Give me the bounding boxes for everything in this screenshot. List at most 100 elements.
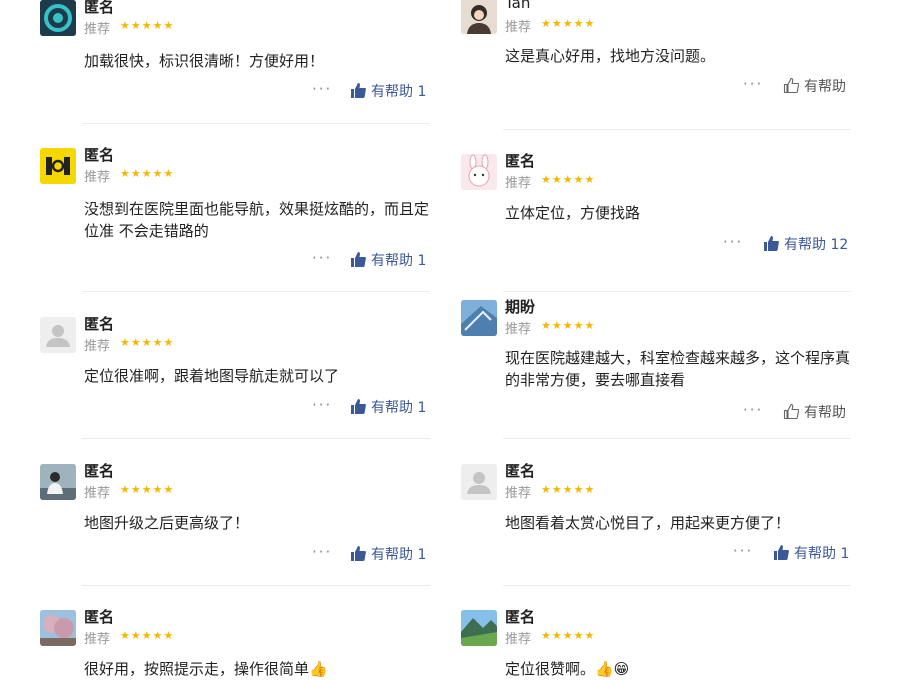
avatar[interactable]: [461, 0, 497, 34]
helpful-label: 有帮助: [804, 405, 846, 421]
star-rating: ★★★★★: [541, 629, 596, 642]
mountain-landscape-icon: [461, 610, 497, 646]
more-options-button[interactable]: ···: [312, 249, 332, 267]
more-options-button[interactable]: ···: [743, 75, 763, 93]
thumbs-up-icon: [774, 545, 789, 560]
reviewer-name: 匿名: [505, 462, 536, 480]
review-text: 定位很准啊，跟着地图导航走就可以了: [84, 367, 340, 385]
reviewer-name: 匿名: [84, 608, 115, 626]
more-options-button[interactable]: ···: [312, 396, 332, 414]
helpful-button[interactable]: 有帮助 1: [350, 81, 426, 101]
avatar[interactable]: [461, 300, 497, 336]
helpful-button[interactable]: 有帮助 1: [350, 397, 426, 417]
divider: [503, 291, 851, 292]
recommend-label: 推荐: [505, 20, 532, 35]
avatar[interactable]: [461, 154, 497, 190]
thumbs-up-outline-icon: [783, 403, 800, 420]
recommend-label: 推荐: [84, 170, 111, 185]
more-options-button[interactable]: ···: [743, 401, 763, 419]
sky-photo-icon: [461, 300, 497, 336]
recommend-label: 推荐: [505, 486, 532, 501]
reviewer-name: 匿名: [505, 608, 536, 626]
star-rating: ★★★★★: [541, 483, 596, 496]
bunny-cartoon-icon: [461, 154, 497, 190]
helpful-button[interactable]: 有帮助 1: [773, 543, 849, 563]
star-rating: ★★★★★: [120, 483, 175, 496]
helpful-button[interactable]: 有帮助: [783, 76, 846, 96]
review-text: 加载很快，标识很清晰！方便好用！: [84, 52, 325, 70]
default-person-icon: [40, 317, 76, 353]
avatar[interactable]: [461, 464, 497, 500]
default-person-icon: [461, 464, 497, 500]
more-options-button[interactable]: ···: [312, 543, 332, 561]
review-text: 地图升级之后更高级了！: [84, 514, 250, 532]
reviewer-name: 匿名: [84, 315, 115, 333]
avatar[interactable]: [461, 610, 497, 646]
review-text: 这是真心好用，找地方没问题。: [505, 47, 716, 65]
divider: [503, 129, 851, 130]
recommend-label: 推荐: [84, 22, 111, 37]
reviewer-name: 匿名: [84, 0, 115, 16]
helpful-button[interactable]: 有帮助: [783, 402, 846, 422]
helpful-button[interactable]: 有帮助 1: [350, 250, 426, 270]
reviewer-name: 匿名: [84, 146, 115, 164]
recommend-label: 推荐: [505, 322, 532, 337]
star-rating: ★★★★★: [120, 336, 175, 349]
star-rating: ★★★★★: [541, 17, 596, 30]
helpful-count: 1: [417, 400, 427, 416]
thumbs-up-outline-icon: [783, 77, 800, 94]
star-rating: ★★★★★: [120, 167, 175, 180]
review-text: 没想到在医院里面也能导航，效果挺炫酷的，而且定位准 不会走错路的: [84, 200, 430, 240]
helpful-label: 有帮助: [804, 79, 846, 95]
photo-girl-icon: [461, 0, 497, 34]
divider: [503, 438, 851, 439]
avatar[interactable]: [40, 610, 76, 646]
teal-logo-icon: [40, 0, 76, 36]
divider: [82, 438, 430, 439]
more-options-button[interactable]: ···: [312, 80, 332, 98]
avatar[interactable]: [40, 317, 76, 353]
recommend-label: 推荐: [505, 632, 532, 647]
thumbs-up-icon: [351, 399, 366, 414]
helpful-count: 1: [417, 84, 427, 100]
review-text: 地图看着太赏心悦目了，用起来更方便了！: [505, 514, 791, 532]
recommend-label: 推荐: [84, 632, 111, 647]
review-text: 定位很赞啊。👍😁: [505, 660, 630, 678]
helpful-label: 有帮助: [371, 400, 413, 416]
helpful-count: 12: [830, 237, 849, 253]
reviewer-name: 匿名: [84, 462, 115, 480]
star-rating: ★★★★★: [120, 19, 175, 32]
helpful-count: 1: [840, 546, 850, 562]
divider: [503, 585, 851, 586]
thumbs-up-icon: [351, 252, 366, 267]
more-options-button[interactable]: ···: [733, 542, 753, 560]
review-text: 现在医院越建越大，科室检查越来越多，这个程序真的非常方便，要去哪直接看: [505, 349, 851, 389]
reviewer-name: 匿名: [505, 152, 536, 170]
star-rating: ★★★★★: [541, 319, 596, 332]
helpful-label: 有帮助: [371, 84, 413, 100]
avatar[interactable]: [40, 464, 76, 500]
thumbs-up-icon: [764, 236, 779, 251]
helpful-button[interactable]: 有帮助 12: [763, 234, 848, 254]
photo-person-icon: [40, 464, 76, 500]
review-text: 很好用，按照提示走，操作很简单👍: [84, 660, 328, 678]
recommend-label: 推荐: [84, 339, 111, 354]
reviewer-name: 期盼: [505, 298, 536, 316]
recommend-label: 推荐: [84, 486, 111, 501]
divider: [82, 585, 430, 586]
helpful-label: 有帮助: [784, 237, 826, 253]
star-rating: ★★★★★: [120, 629, 175, 642]
thumbs-up-icon: [351, 83, 366, 98]
thumbs-up-icon: [351, 546, 366, 561]
more-options-button[interactable]: ···: [723, 233, 743, 251]
helpful-count: 1: [417, 253, 427, 269]
cherry-blossom-icon: [40, 610, 76, 646]
avatar[interactable]: [40, 148, 76, 184]
helpful-button[interactable]: 有帮助 1: [350, 544, 426, 564]
divider: [82, 123, 430, 124]
star-rating: ★★★★★: [541, 173, 596, 186]
recommend-label: 推荐: [505, 176, 532, 191]
review-text: 立体定位，方便找路: [505, 204, 641, 222]
avatar[interactable]: [40, 0, 76, 36]
reviewer-name: Tan: [505, 0, 531, 12]
